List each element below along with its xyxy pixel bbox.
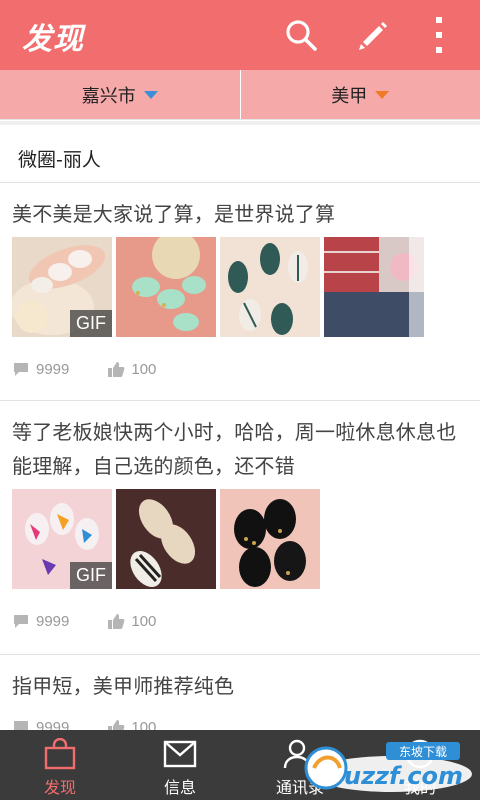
comment-icon — [14, 721, 28, 730]
like-count: 100 — [131, 360, 157, 378]
post-image[interactable]: GIF — [12, 237, 112, 337]
category-filter-label: 美甲 — [331, 85, 368, 107]
post-card[interactable]: 等了老板娘快两个小时，哈哈，周一啦休息休息也能理解，自己选的颜色，还不错 GIF — [0, 401, 480, 655]
bag-icon — [44, 738, 76, 770]
post-card[interactable]: 指甲短，美甲师推荐纯色 9999 100 — [0, 655, 480, 730]
post-card[interactable]: 美不美是大家说了算，是世界说了算 GIF 9999 100 — [0, 183, 480, 401]
comments-stat[interactable]: 9999 — [12, 718, 69, 730]
post-images: GIF — [12, 489, 468, 589]
post-image[interactable] — [220, 237, 320, 337]
like-count: 100 — [131, 718, 157, 731]
post-stats: 9999 100 — [12, 709, 468, 730]
gif-badge: GIF — [70, 562, 112, 589]
comment-icon — [14, 615, 28, 628]
post-image[interactable]: GIF — [12, 489, 112, 589]
pencil-icon — [359, 22, 387, 50]
post-image[interactable] — [116, 489, 216, 589]
app-screen: 发现 嘉兴市 美甲 微圈-丽人 美不美是大家说了算，是世界说了算 GIF 999… — [0, 0, 480, 800]
thumbs-up-icon — [108, 720, 125, 730]
filter-bar: 嘉兴市 美甲 — [0, 70, 480, 120]
watermark-badge: 东坡下载 — [399, 745, 447, 759]
post-text: 美不美是大家说了算，是世界说了算 — [12, 202, 336, 226]
likes-stat[interactable]: 100 — [107, 360, 156, 378]
search-button[interactable] — [278, 12, 324, 58]
likes-stat[interactable]: 100 — [107, 718, 156, 730]
city-filter-label: 嘉兴市 — [81, 85, 136, 107]
watermark-logo: 东坡下载 uzzf.com — [298, 736, 474, 796]
thumbs-up-icon — [108, 614, 125, 629]
comment-count: 9999 — [36, 718, 70, 731]
post-stats: 9999 100 — [12, 603, 468, 639]
post-image[interactable] — [116, 237, 216, 337]
post-text: 指甲短，美甲师推荐纯色 — [12, 674, 235, 698]
comment-count: 9999 — [36, 612, 70, 630]
nav-item-label: 信息 — [163, 778, 196, 797]
dropdown-arrow-icon — [143, 90, 158, 99]
feed[interactable]: 微圈-丽人 美不美是大家说了算，是世界说了算 GIF 9999 100 等了老板… — [0, 121, 480, 730]
search-icon — [286, 20, 317, 51]
page-title: 发现 — [22, 22, 84, 57]
likes-stat[interactable]: 100 — [107, 612, 156, 630]
group-title[interactable]: 微圈-丽人 — [0, 121, 480, 183]
post-stats: 9999 100 — [12, 351, 468, 387]
post-images: GIF — [12, 237, 468, 337]
watermark-text: uzzf.com — [344, 762, 463, 790]
comments-stat[interactable]: 9999 — [12, 360, 69, 378]
post-text: 等了老板娘快两个小时，哈哈，周一啦休息休息也能理解，自己选的颜色，还不错 — [12, 420, 457, 478]
post-image[interactable] — [220, 489, 320, 589]
post-image[interactable] — [324, 237, 424, 337]
nav-item-label: 发现 — [43, 778, 76, 797]
comments-stat[interactable]: 9999 — [12, 612, 69, 630]
compose-button[interactable] — [350, 12, 396, 58]
mail-icon — [163, 740, 197, 768]
like-count: 100 — [131, 612, 157, 630]
comment-count: 9999 — [36, 360, 70, 378]
nav-item-messages[interactable]: 信息 — [120, 730, 240, 800]
gif-badge: GIF — [70, 310, 112, 337]
category-filter[interactable]: 美甲 — [239, 70, 480, 119]
comment-icon — [14, 363, 28, 376]
thumbs-up-icon — [108, 362, 125, 377]
nav-item-discover[interactable]: 发现 — [0, 730, 120, 800]
dropdown-arrow-icon — [375, 90, 390, 99]
top-app-bar: 发现 — [0, 0, 480, 70]
more-vert-icon — [436, 17, 442, 53]
more-menu-button[interactable] — [416, 12, 462, 58]
city-filter[interactable]: 嘉兴市 — [0, 70, 240, 119]
